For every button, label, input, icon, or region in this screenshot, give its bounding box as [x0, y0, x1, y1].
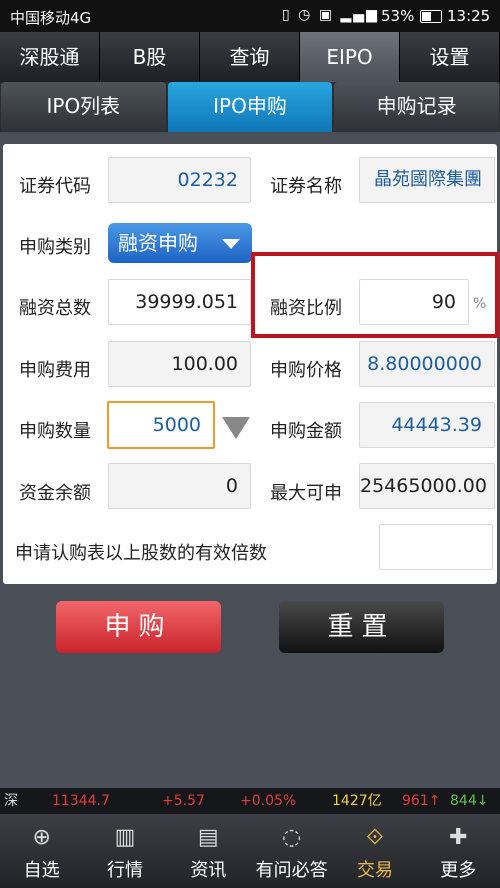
subscribe-button[interactable]: 申购	[56, 601, 221, 653]
ticker-change-pct: +0.05%	[240, 793, 297, 809]
clock: 13:25	[447, 7, 491, 25]
nav-label: 资讯	[190, 860, 227, 881]
subscription-form: 证券代码 02232 证券名称 晶苑國際集團 申购类别 融资申购 融资总数 39…	[3, 144, 499, 584]
alarm-icon: ◷	[298, 7, 313, 23]
nav-market[interactable]: ▥ 行情	[83, 814, 166, 888]
status-bar: 中国移动4G ▯ ◷ ▣ ▂▄▆ 53% 13:25	[0, 0, 500, 32]
chat-icon: ◌	[282, 825, 302, 850]
battery-percent: 53%	[381, 7, 415, 25]
nav-label: 行情	[106, 860, 143, 881]
nav-qa[interactable]: ◌ 有问必答	[250, 814, 333, 888]
price-field: 8.80000000	[359, 341, 495, 387]
news-icon: ▤	[197, 825, 219, 850]
stock-name-label: 证券名称	[270, 176, 342, 197]
stock-code-field[interactable]: 02232	[108, 157, 251, 203]
nav-label: 自选	[23, 860, 60, 881]
quantity-dropdown-icon[interactable]	[222, 417, 250, 439]
tab-eipo[interactable]: EIPO	[300, 32, 400, 82]
stock-code-label: 证券代码	[19, 176, 91, 197]
amount-field: 44443.39	[359, 402, 495, 448]
max-subscribe-label: 最大可申	[270, 483, 342, 504]
percent-unit: %	[473, 296, 487, 312]
market-ticker: 深 11344.7 +5.57 +0.05% 1427亿 961↑ 844↓	[0, 788, 500, 814]
valid-multiple-label: 申请认购表以上股数的有效倍数	[15, 543, 267, 564]
finance-total-label: 融资总数	[19, 298, 91, 319]
balance-label: 资金余额	[19, 483, 91, 504]
sub-tab-bar: IPO列表 IPO申购 申购记录	[0, 82, 500, 132]
reset-button[interactable]: 重置	[279, 601, 444, 653]
tab-ipo-list[interactable]: IPO列表	[1, 82, 166, 132]
signal-icon: ▂▄▆	[340, 7, 379, 23]
subscribe-type-label: 申购类别	[19, 237, 91, 258]
tab-subscribe-records[interactable]: 申购记录	[334, 82, 500, 132]
shield-plus-icon: ✚	[449, 825, 468, 850]
subscribe-type-value: 融资申购	[118, 231, 198, 255]
ticker-change: +5.57	[162, 793, 205, 809]
top-tab-bar: 深股通 B股 查询 EIPO 设置	[0, 32, 500, 82]
battery-icon	[420, 10, 442, 23]
ticker-up-count: 961↑	[402, 793, 441, 809]
tab-b-shares[interactable]: B股	[100, 32, 200, 82]
vibrate-icon: ▯	[282, 7, 292, 23]
nav-news[interactable]: ▤ 资讯	[167, 814, 250, 888]
carrier-name: 中国移动4G	[10, 9, 92, 27]
nav-watchlist[interactable]: ⊕ 自选	[0, 814, 83, 888]
tab-settings[interactable]: 设置	[400, 32, 500, 82]
handshake-icon: ⟐	[366, 825, 384, 850]
tab-ipo-subscribe[interactable]: IPO申购	[167, 82, 333, 132]
hd-icon: ▣	[318, 7, 335, 23]
ticker-volume: 1427亿	[332, 793, 382, 809]
nav-more[interactable]: ✚ 更多	[417, 814, 500, 888]
nav-label: 交易	[356, 860, 393, 881]
quantity-input[interactable]: 5000	[107, 401, 215, 449]
price-label: 申购价格	[270, 360, 342, 381]
fee-field: 100.00	[108, 341, 251, 387]
status-icons: ▯ ◷ ▣ ▂▄▆	[282, 7, 379, 23]
finance-total-field: 39999.051	[108, 279, 251, 325]
ticker-market: 深	[4, 793, 18, 809]
finance-ratio-input[interactable]: 90	[359, 279, 469, 325]
quantity-label: 申购数量	[19, 421, 91, 442]
tab-shenzhen-connect[interactable]: 深股通	[0, 32, 100, 82]
nav-label: 更多	[440, 860, 477, 881]
tab-query[interactable]: 查询	[200, 32, 300, 82]
max-subscribe-field: 25465000.00	[359, 463, 495, 509]
nav-label: 有问必答	[255, 860, 328, 881]
ticker-index: 11344.7	[52, 793, 110, 809]
fee-label: 申购费用	[19, 360, 91, 381]
finance-ratio-label: 融资比例	[270, 298, 342, 319]
ticker-down-count: 844↓	[450, 793, 489, 809]
stock-name-field: 晶苑國際集團	[359, 157, 495, 203]
bottom-nav: ⊕ 自选 ▥ 行情 ▤ 资讯 ◌ 有问必答 ⟐ 交易 ✚ 更多	[0, 814, 500, 888]
subscribe-type-select[interactable]: 融资申购	[108, 223, 252, 263]
add-doc-icon: ⊕	[32, 825, 51, 850]
amount-label: 申购金额	[270, 421, 342, 442]
chart-icon: ▥	[114, 825, 136, 850]
valid-multiple-input[interactable]	[379, 524, 493, 570]
chevron-down-icon	[222, 239, 240, 249]
nav-trade[interactable]: ⟐ 交易	[333, 814, 416, 888]
balance-field: 0	[108, 463, 251, 509]
